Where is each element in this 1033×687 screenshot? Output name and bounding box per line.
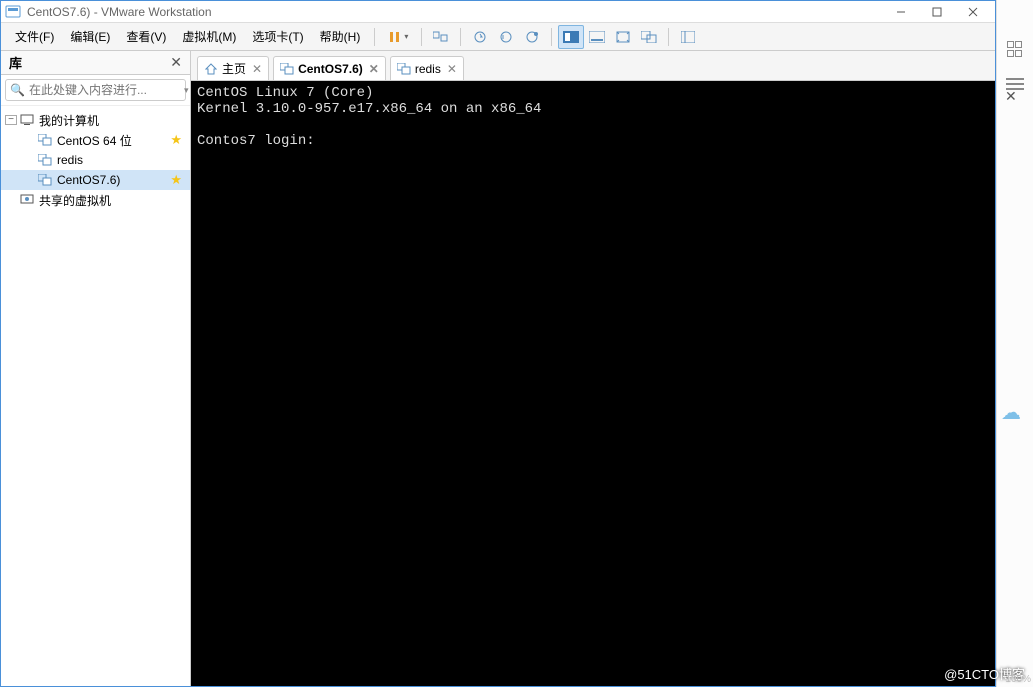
send-ctrl-alt-del-button[interactable] (428, 25, 454, 49)
tree-toggle-icon[interactable]: − (5, 115, 17, 125)
vmware-window: CentOS7.6) - VMware Workstation 文件(F) 编辑… (0, 0, 996, 687)
body: 库 ✕ 🔍 ▾ −我的计算机CentOS 64 位★redisCentOS7.6… (1, 51, 995, 686)
terminal[interactable]: CentOS Linux 7 (Core) Kernel 3.10.0-957.… (191, 81, 995, 686)
grid-icon[interactable] (1006, 40, 1024, 58)
tab-strip: 主页 ✕ CentOS7.6) ✕ redis ✕ (191, 51, 995, 81)
separator (374, 28, 375, 46)
tree-row-共享的虚拟机[interactable]: 共享的虚拟机 (1, 190, 190, 210)
strip-close-icon[interactable]: ✕ (1005, 88, 1017, 105)
search-box[interactable]: 🔍 ▾ (5, 79, 186, 101)
tab-close-icon[interactable]: ✕ (252, 62, 262, 76)
shared-icon (19, 192, 35, 208)
menu-file[interactable]: 文件(F) (7, 24, 62, 49)
terminal-line: Kernel 3.10.0-957.e17.x86_64 on an x86_6… (197, 101, 541, 117)
search-dropdown-icon[interactable]: ▾ (184, 85, 189, 96)
unity-button[interactable] (636, 25, 662, 49)
tree-label: CentOS7.6) (57, 173, 170, 187)
menu-tabs[interactable]: 选项卡(T) (244, 24, 311, 49)
home-icon (204, 62, 218, 76)
dropdown-icon: ▾ (404, 32, 408, 41)
sidebar: 库 ✕ 🔍 ▾ −我的计算机CentOS 64 位★redisCentOS7.6… (1, 51, 191, 686)
tree-label: 共享的虚拟机 (39, 192, 186, 209)
separator (551, 28, 552, 46)
snapshot-button[interactable] (467, 25, 493, 49)
sidebar-title: 库 (9, 53, 170, 72)
tab-主页[interactable]: 主页 ✕ (197, 56, 269, 80)
sidebar-header: 库 ✕ (1, 51, 190, 75)
menu-view[interactable]: 查看(V) (118, 24, 174, 49)
search-icon: 🔍 (10, 83, 25, 97)
separator (421, 28, 422, 46)
manage-snapshot-button[interactable] (519, 25, 545, 49)
search-row: 🔍 ▾ (1, 75, 190, 106)
window-title: CentOS7.6) - VMware Workstation (27, 5, 883, 19)
menu-toolbar: 文件(F) 编辑(E) 查看(V) 虚拟机(M) 选项卡(T) 帮助(H) ▾ (1, 23, 995, 51)
vm-icon (37, 132, 53, 148)
library-button[interactable] (675, 25, 701, 49)
tree-row-CentOS7.6)[interactable]: CentOS7.6)★ (1, 170, 190, 190)
star-icon: ★ (170, 172, 182, 188)
tab-CentOS7.6)[interactable]: CentOS7.6) ✕ (273, 56, 386, 80)
tree-row-CentOS 64 位[interactable]: CentOS 64 位★ (1, 130, 190, 150)
close-button[interactable] (955, 2, 991, 22)
vm-icon (37, 152, 53, 168)
menu-edit[interactable]: 编辑(E) (62, 24, 118, 49)
assistant-icon[interactable]: ☁ (1001, 400, 1021, 425)
separator (460, 28, 461, 46)
computer-icon (19, 112, 35, 128)
tab-redis[interactable]: redis ✕ (390, 56, 464, 80)
terminal-line: CentOS Linux 7 (Core) (197, 85, 373, 101)
separator (668, 28, 669, 46)
tree-row-我的计算机[interactable]: − 我的计算机 (1, 110, 190, 130)
tree-label: redis (57, 153, 186, 167)
view-console-button[interactable] (558, 25, 584, 49)
title-bar: CentOS7.6) - VMware Workstation (1, 1, 995, 23)
tree-label: 我的计算机 (39, 112, 186, 129)
tree-label: CentOS 64 位 (57, 132, 170, 149)
view-thumbnail-button[interactable] (584, 25, 610, 49)
pause-button[interactable]: ▾ (381, 25, 415, 49)
vm-icon (397, 62, 411, 76)
vm-icon (280, 62, 294, 76)
app-icon (5, 4, 21, 20)
right-os-strip: ✕ ☁ (996, 0, 1033, 687)
tab-close-icon[interactable]: ✕ (447, 62, 457, 76)
tab-label: redis (415, 62, 441, 76)
main-area: 主页 ✕ CentOS7.6) ✕ redis ✕ CentOS Linux 7 (Cor… (191, 51, 995, 686)
search-input[interactable] (29, 83, 184, 97)
fullscreen-button[interactable] (610, 25, 636, 49)
tab-label: CentOS7.6) (298, 62, 363, 76)
menu-vm[interactable]: 虚拟机(M) (174, 24, 244, 49)
minimize-button[interactable] (883, 2, 919, 22)
tab-close-icon[interactable]: ✕ (369, 62, 379, 76)
zoom-label: 100% (1005, 674, 1031, 685)
vm-icon (37, 172, 53, 188)
star-icon: ★ (170, 132, 182, 148)
tab-label: 主页 (222, 60, 246, 77)
sidebar-close-icon[interactable]: ✕ (170, 54, 182, 71)
tree-row-redis[interactable]: redis (1, 150, 190, 170)
terminal-line: Contos7 login: (197, 133, 315, 149)
revert-snapshot-button[interactable] (493, 25, 519, 49)
menu-help[interactable]: 帮助(H) (312, 24, 369, 49)
maximize-button[interactable] (919, 2, 955, 22)
vm-tree: −我的计算机CentOS 64 位★redisCentOS7.6)★共享的虚拟机 (1, 106, 190, 686)
